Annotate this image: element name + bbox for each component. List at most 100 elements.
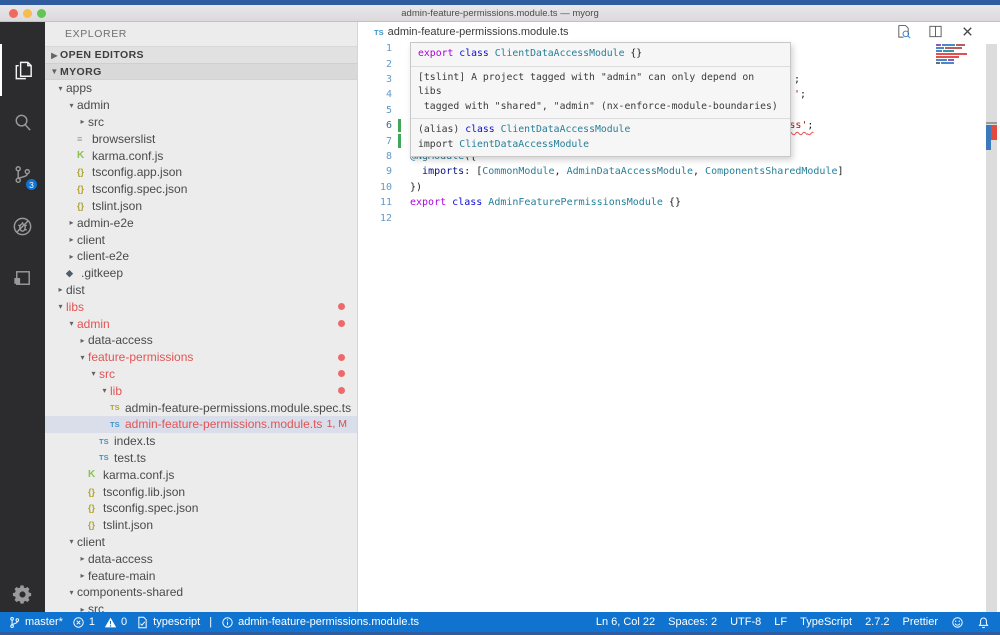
tree-item-tsconfig.spec.json[interactable]: {}tsconfig.spec.json	[45, 181, 357, 198]
split-editor-icon[interactable]	[928, 24, 943, 39]
workbench: 3 EXPLORER ▶ OPEN EDITORS ▼ MYORG ▾apps▾…	[0, 22, 1000, 612]
code-token: AdminFeaturePermissionsModule	[488, 197, 663, 208]
status-lint-file[interactable]: typescript	[136, 616, 200, 629]
status-feedback-smiley-icon[interactable]	[951, 616, 964, 629]
line-number: 1	[358, 43, 392, 54]
status-prettier[interactable]: Prettier	[903, 616, 938, 628]
status-notifications-bell-icon[interactable]	[977, 616, 990, 629]
open-changes-icon[interactable]	[896, 24, 911, 39]
tree-item-tsconfig.app.json[interactable]: {}tsconfig.app.json	[45, 164, 357, 181]
tree-item-admin-feature-permissions.module.ts[interactable]: TSadmin-feature-permissions.module.ts1, …	[45, 416, 357, 433]
section-root-folder[interactable]: ▼ MYORG	[45, 63, 357, 80]
tree-item-tsconfig.lib.json[interactable]: {}tsconfig.lib.json	[45, 483, 357, 500]
tree-item-client-e2e[interactable]: ▸client-e2e	[45, 248, 357, 265]
code-token: ClientDataAccessModule	[501, 124, 631, 135]
json-file-icon: {}	[77, 184, 92, 194]
minimize-window-button[interactable]	[23, 9, 32, 18]
status-typescript[interactable]: TypeScript	[800, 616, 852, 628]
activitybar-debug-icon[interactable]	[0, 200, 45, 252]
tree-item-feature-main[interactable]: ▸feature-main	[45, 567, 357, 584]
tree-item-index.ts[interactable]: TSindex.ts	[45, 433, 357, 450]
code-token: ComponentsSharedModule	[705, 166, 837, 177]
code-token: class	[465, 124, 495, 135]
activitybar-search-icon[interactable]	[0, 96, 45, 148]
minimap-line	[936, 56, 978, 58]
tree-item-admin-e2e[interactable]: ▸admin-e2e	[45, 214, 357, 231]
tree-item-karma.conf.js[interactable]: Kkarma.conf.js	[45, 466, 357, 483]
status-utf-8[interactable]: UTF-8	[730, 616, 761, 628]
tree-item-feature-permissions[interactable]: ▾feature-permissions	[45, 349, 357, 366]
status-label: 1	[89, 616, 95, 628]
tree-item-dist[interactable]: ▸dist	[45, 282, 357, 299]
window-title: admin-feature-permissions.module.ts — my…	[401, 8, 598, 19]
status-bar: master* 10 typescript | admin-feature-permis…	[0, 612, 1000, 632]
editor-tab-label: admin-feature-permissions.module.ts	[388, 26, 569, 38]
status-info-circle[interactable]: admin-feature-permissions.module.ts	[221, 616, 419, 629]
activitybar-source-control-icon[interactable]: 3	[0, 148, 45, 200]
tree-item-browserslist[interactable]: ≡browserslist	[45, 130, 357, 147]
tree-item-client[interactable]: ▸client	[45, 231, 357, 248]
tree-item-tsconfig.spec.json[interactable]: {}tsconfig.spec.json	[45, 500, 357, 517]
status-2-7-2[interactable]: 2.7.2	[865, 616, 889, 628]
tree-item-label: src	[88, 602, 104, 612]
tree-item-karma.conf.js[interactable]: Kkarma.conf.js	[45, 147, 357, 164]
tree-item-tslint.json[interactable]: {}tslint.json	[45, 198, 357, 215]
tree-item-tslint.json[interactable]: {}tslint.json	[45, 517, 357, 534]
close-editor-icon[interactable]	[960, 24, 975, 39]
tree-item-data-access[interactable]: ▸data-access	[45, 550, 357, 567]
hover-alias-info: (alias) class ClientDataAccessModuleimpo…	[411, 118, 790, 156]
status-label: master*	[25, 616, 63, 628]
status-ln-6-col-22[interactable]: Ln 6, Col 22	[596, 616, 655, 628]
tree-item-label: karma.conf.js	[103, 468, 174, 482]
status-error-circle[interactable]: 1	[72, 616, 95, 629]
tree-item-data-access[interactable]: ▸data-access	[45, 332, 357, 349]
tree-item-admin[interactable]: ▾admin	[45, 315, 357, 332]
tree-item-label: apps	[66, 81, 92, 95]
tree-item-test.ts[interactable]: TStest.ts	[45, 450, 357, 467]
overview-ruler-scrollbar[interactable]	[986, 44, 997, 612]
window-titlebar[interactable]: admin-feature-permissions.module.ts — my…	[0, 5, 1000, 22]
line-number: 10	[358, 182, 392, 193]
status-separator: |	[209, 616, 212, 628]
tree-item-admin[interactable]: ▾admin	[45, 97, 357, 114]
tree-item-src[interactable]: ▸src	[45, 601, 357, 612]
info-circle-icon	[221, 616, 234, 629]
tree-item-label: tslint.json	[103, 518, 153, 532]
tree-item-components-shared[interactable]: ▾components-shared	[45, 584, 357, 601]
sidebar-title: EXPLORER	[45, 22, 357, 46]
close-window-button[interactable]	[9, 9, 18, 18]
editor-tab[interactable]: TS admin-feature-permissions.module.ts	[374, 26, 569, 38]
code-token: ClientDataAccessModule	[495, 48, 625, 59]
line-number: 9	[358, 166, 392, 177]
tree-item-lib[interactable]: ▾lib	[45, 382, 357, 399]
tree-item-libs[interactable]: ▾libs	[45, 298, 357, 315]
status-git-branch[interactable]: master*	[8, 616, 63, 629]
zoom-window-button[interactable]	[37, 9, 46, 18]
minimap[interactable]	[936, 44, 978, 65]
minimap-line	[936, 53, 978, 55]
tree-item-apps[interactable]: ▾apps	[45, 80, 357, 97]
tree-item-src[interactable]: ▾src	[45, 366, 357, 383]
code-editor[interactable]: 123456import { ClientDataAccessModule } …	[358, 41, 1000, 612]
tree-item-src[interactable]: ▸src	[45, 114, 357, 131]
code-token: class	[452, 197, 482, 208]
code-line-11: 11export class AdminFeaturePermissionsMo…	[358, 195, 1000, 210]
tree-item-client[interactable]: ▾client	[45, 534, 357, 551]
tree-item-.gitkeep[interactable]: ◆.gitkeep	[45, 265, 357, 282]
tree-item-admin-feature-permissions.module.spec.ts[interactable]: TSadmin-feature-permissions.module.spec.…	[45, 399, 357, 416]
lint-file-icon	[136, 616, 149, 629]
tree-item-label: tsconfig.app.json	[92, 165, 182, 179]
status-lf[interactable]: LF	[774, 616, 787, 628]
status-spaces-2[interactable]: Spaces: 2	[668, 616, 717, 628]
git-branch-icon	[8, 616, 21, 629]
error-dot-badge	[338, 354, 345, 361]
code-token: {}	[624, 48, 642, 59]
error-circle-icon	[72, 616, 85, 629]
section-open-editors[interactable]: ▶ OPEN EDITORS	[45, 46, 357, 63]
activitybar-explorer-icon[interactable]	[0, 44, 45, 96]
minimap-line	[936, 62, 978, 64]
tree-item-label: data-access	[88, 552, 153, 566]
tree-item-label: tsconfig.spec.json	[103, 501, 198, 515]
status-warning-triangle[interactable]: 0	[104, 616, 127, 629]
activitybar-extensions-icon[interactable]	[0, 252, 45, 304]
